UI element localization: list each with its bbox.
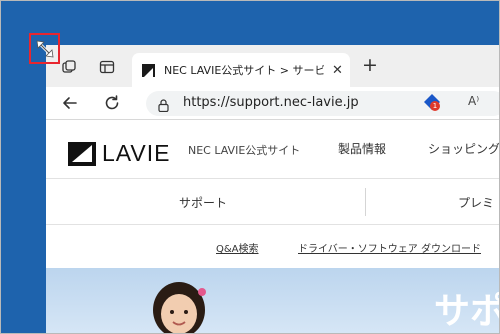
tab-strip: NEC LAVIE公式サイト > サービス＆サ ✕ +: [46, 45, 499, 87]
site-favicon-icon: [142, 64, 155, 77]
new-tab-button[interactable]: +: [362, 56, 378, 75]
lavie-logo[interactable]: LAVIE: [68, 140, 171, 167]
notification-badge: 1: [430, 101, 440, 111]
web-page: LAVIE NEC LAVIE公式サイト 製品情報 ショッピング サポート プレ…: [46, 119, 499, 333]
link-qa-search[interactable]: Q&A検索: [216, 240, 259, 255]
logo-text: LAVIE: [102, 140, 171, 166]
site-name[interactable]: NEC LAVIE公式サイト: [188, 142, 300, 158]
active-tab[interactable]: NEC LAVIE公式サイト > サービス＆サ ✕: [132, 53, 350, 87]
band-support[interactable]: サポート: [179, 194, 227, 211]
screenshot-frame: NEC LAVIE公式サイト > サービス＆サ ✕ + https://supp…: [0, 0, 500, 334]
band-divider: [365, 188, 366, 216]
url-text[interactable]: https://support.nec-lavie.jp: [183, 95, 359, 110]
link-driver-download[interactable]: ドライバー・ソフトウェア ダウンロード: [298, 240, 481, 255]
tab-title: NEC LAVIE公式サイト > サービス＆サ: [164, 64, 324, 77]
hero-title: サポ: [434, 291, 499, 332]
back-arrow-icon[interactable]: [60, 93, 80, 113]
address-bar[interactable]: https://support.nec-lavie.jp 1 A⁾: [146, 91, 499, 116]
tab-actions-icon[interactable]: [98, 58, 116, 76]
hero-banner: サポ: [46, 268, 499, 333]
lavie-logo-mark-icon: [68, 141, 96, 166]
read-aloud-icon[interactable]: A⁾: [468, 94, 479, 108]
resize-arrow-icon: [36, 40, 53, 57]
extension-icon[interactable]: 1: [422, 93, 446, 115]
navigation-bar: https://support.nec-lavie.jp 1 A⁾: [46, 87, 499, 119]
workspaces-icon[interactable]: [60, 58, 78, 76]
nav-products[interactable]: 製品情報: [338, 140, 386, 157]
category-band: サポート プレミ: [46, 178, 499, 225]
refresh-icon[interactable]: [102, 93, 122, 113]
support-links: Q&A検索 ドライバー・ソフトウェア ダウンロード: [46, 224, 499, 268]
browser-window: NEC LAVIE公式サイト > サービス＆サ ✕ + https://supp…: [46, 45, 499, 333]
hero-girl-image: [153, 282, 206, 333]
site-header: LAVIE NEC LAVIE公式サイト 製品情報 ショッピング: [46, 120, 499, 178]
resize-handle-highlight[interactable]: [29, 33, 60, 64]
tab-close-icon[interactable]: ✕: [332, 63, 343, 78]
band-premium[interactable]: プレミ: [458, 194, 494, 211]
lock-icon[interactable]: [158, 97, 169, 116]
nav-shopping[interactable]: ショッピング: [428, 140, 499, 157]
